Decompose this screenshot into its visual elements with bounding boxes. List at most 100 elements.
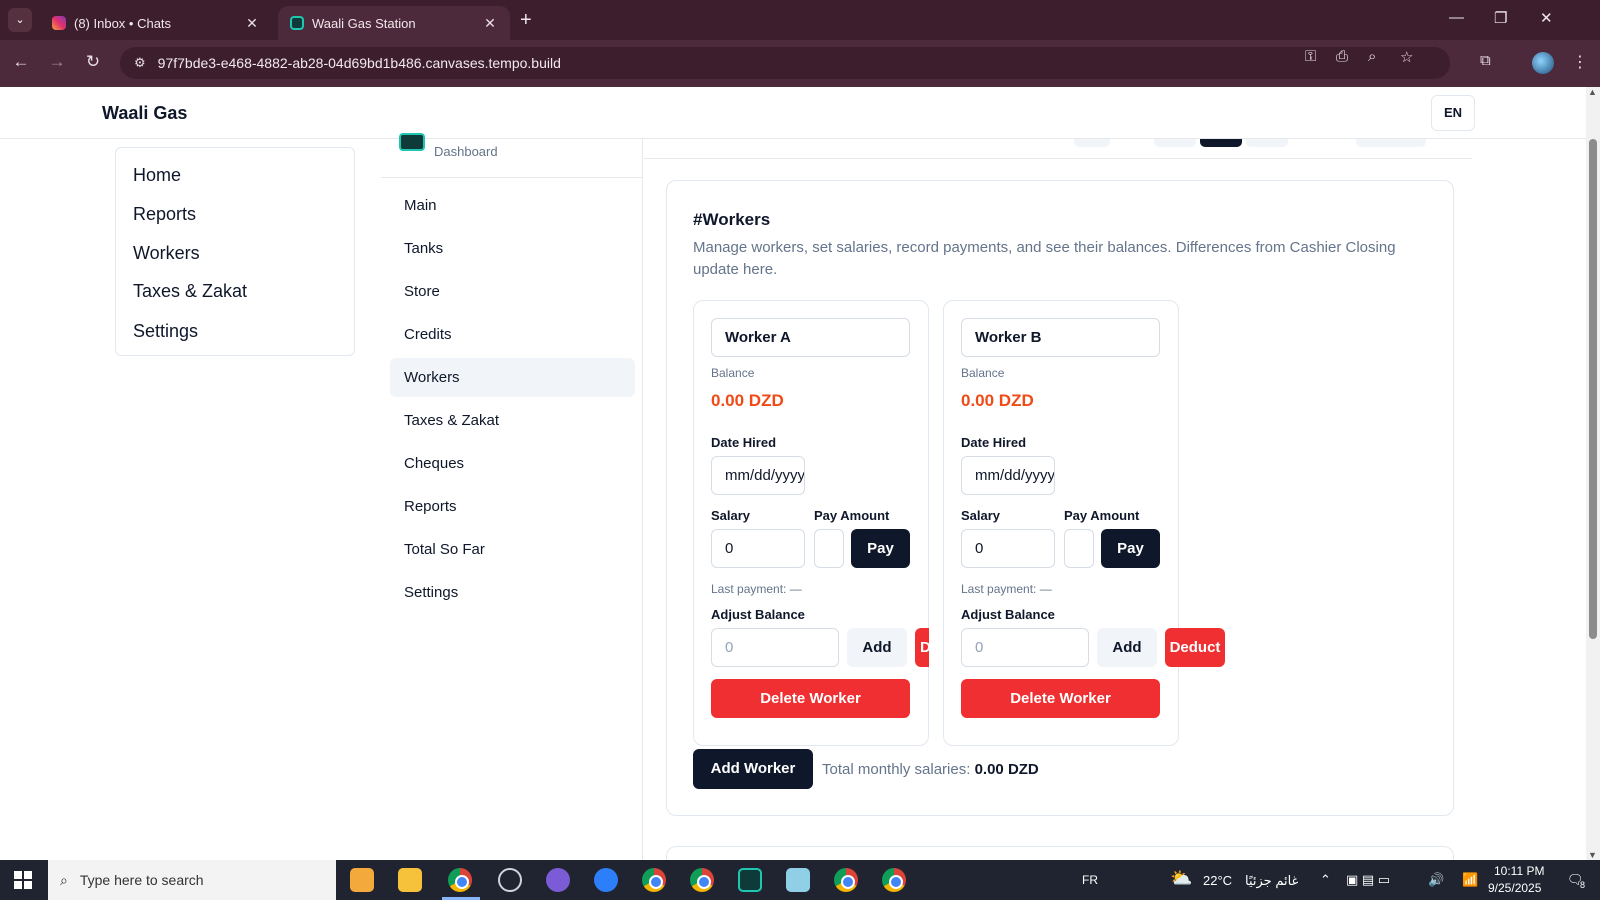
sidebar-item-taxes[interactable]: Taxes & Zakat (390, 401, 635, 440)
waali-app-icon[interactable] (738, 868, 762, 892)
delete-worker-button[interactable]: Delete Worker (711, 679, 910, 718)
tab-inbox[interactable]: (8) Inbox • Chats ✕ (40, 6, 272, 40)
total-salaries-value: 0.00 DZD (974, 761, 1039, 778)
toolbar-button[interactable] (1200, 139, 1242, 147)
left-nav-home[interactable]: Home (133, 165, 181, 186)
pay-amount-input[interactable] (1064, 529, 1094, 568)
notes-app-icon[interactable] (786, 868, 810, 892)
worker-name-field[interactable]: Worker A (711, 318, 910, 357)
wifi-icon[interactable]: 📶 (1462, 872, 1478, 888)
toolbar-button[interactable] (1356, 139, 1426, 147)
sidebar-item-tanks[interactable]: Tanks (390, 229, 635, 268)
chrome-profile-icon[interactable] (690, 868, 714, 892)
file-explorer-icon[interactable] (398, 868, 422, 892)
back-icon[interactable]: ← (10, 52, 32, 72)
delete-worker-button[interactable]: Delete Worker (961, 679, 1160, 718)
github-icon[interactable] (546, 868, 570, 892)
close-window-icon[interactable]: ✕ (1540, 9, 1553, 27)
toolbar-button[interactable] (1154, 139, 1196, 147)
clock-date[interactable]: 9/25/2025 (1488, 881, 1541, 895)
input-language[interactable]: FR (1082, 873, 1098, 887)
worker-name-field[interactable]: Worker B (961, 318, 1160, 357)
tray-app-icons[interactable]: ▣ ▤ ▭ (1346, 872, 1390, 888)
app-store-icon[interactable] (594, 868, 618, 892)
sidebar-item-total-so-far[interactable]: Total So Far (390, 530, 635, 569)
salary-input[interactable]: 0 (711, 529, 805, 568)
brand-logo-text[interactable]: Waali Gas (102, 103, 187, 124)
sidebar-item-credits[interactable]: Credits (390, 315, 635, 354)
site-info-icon[interactable]: ⚙ (134, 55, 146, 71)
close-tab-icon[interactable]: ✕ (482, 15, 498, 32)
forward-icon[interactable]: → (46, 52, 68, 72)
sidebar-item-workers[interactable]: Workers (390, 358, 635, 397)
left-nav-menu: Home Reports Workers Taxes & Zakat Setti… (115, 147, 355, 356)
date-hired-input[interactable]: mm/dd/yyyy (711, 456, 805, 495)
menu-kebab-icon[interactable]: ⋮ (1572, 52, 1588, 72)
close-tab-icon[interactable]: ✕ (244, 15, 260, 32)
salary-input[interactable]: 0 (961, 529, 1055, 568)
sidebar-item-store[interactable]: Store (390, 272, 635, 311)
profile-avatar[interactable] (1532, 52, 1554, 74)
chrome-profile-icon[interactable] (834, 868, 858, 892)
reload-icon[interactable]: ↻ (82, 52, 104, 72)
scroll-down-icon[interactable]: ▼ (1588, 850, 1597, 860)
tab-title: Waali Gas Station (312, 15, 416, 31)
balance-value: 0.00 DZD (961, 391, 1034, 410)
clock-time[interactable]: 10:11 PM (1494, 864, 1544, 878)
chrome-icon[interactable] (448, 868, 472, 892)
new-tab-icon[interactable]: + (520, 9, 532, 32)
language-switcher[interactable]: EN (1431, 95, 1475, 131)
adjust-balance-label: Adjust Balance (711, 607, 805, 622)
instagram-icon (52, 16, 66, 30)
zoom-icon[interactable]: ⌕ (1368, 48, 1376, 65)
restore-icon[interactable]: ❐ (1494, 9, 1507, 27)
add-balance-button[interactable]: Add (1097, 628, 1157, 667)
sidebar-item-settings[interactable]: Settings (390, 573, 635, 612)
left-nav-workers[interactable]: Workers (133, 243, 200, 264)
toolbar-button[interactable] (1246, 139, 1288, 147)
adjust-balance-input[interactable]: 0 (961, 628, 1089, 667)
tab-search-icon[interactable]: ⌄ (8, 8, 32, 32)
install-app-icon[interactable]: ⎙ (1336, 48, 1348, 65)
add-balance-button[interactable]: Add (847, 628, 907, 667)
chrome-profile-icon[interactable] (882, 868, 906, 892)
sidebar-item-cheques[interactable]: Cheques (390, 444, 635, 483)
chrome-profile-icon[interactable] (642, 868, 666, 892)
minimize-icon[interactable]: — (1449, 9, 1464, 26)
deduct-button[interactable]: Deduct (1165, 628, 1225, 667)
site-favicon-icon (290, 16, 304, 30)
password-key-icon[interactable]: ⚿ (1305, 48, 1316, 65)
address-bar[interactable]: ⚙ 97f7bde3-e468-4882-ab28-04d69bd1b486.c… (120, 47, 1450, 79)
add-worker-button[interactable]: Add Worker (693, 749, 813, 789)
pay-amount-input[interactable] (814, 529, 844, 568)
weather-text[interactable]: غائم جزئيًا (1245, 873, 1298, 889)
windows-taskbar: ⌕ Type here to search FR ⛅ 22°C غائم جزئ… (0, 860, 1600, 900)
taskbar-search[interactable]: ⌕ Type here to search (48, 860, 336, 900)
sidebar-item-reports[interactable]: Reports (390, 487, 635, 526)
sidebar-item-main[interactable]: Main (390, 186, 635, 225)
left-nav-settings[interactable]: Settings (133, 321, 198, 342)
deduct-button[interactable]: Deduct (915, 628, 929, 667)
windows-start-icon[interactable] (14, 871, 32, 889)
pay-button[interactable]: Pay (851, 529, 910, 568)
scroll-up-icon[interactable]: ▲ (1588, 87, 1597, 97)
left-nav-taxes[interactable]: Taxes & Zakat (133, 281, 247, 302)
left-nav-reports[interactable]: Reports (133, 204, 196, 225)
extensions-icon[interactable]: ⧉ (1480, 52, 1491, 69)
tray-chevron-icon[interactable]: ⌃ (1320, 872, 1331, 888)
adjust-balance-input[interactable]: 0 (711, 628, 839, 667)
volume-icon[interactable]: 🔊 (1428, 872, 1444, 888)
bookmark-star-icon[interactable]: ☆ (1400, 48, 1413, 66)
store-app-icon[interactable] (350, 868, 374, 892)
page-scrollbar[interactable]: ▲ ▼ (1586, 87, 1600, 860)
toolbar-button[interactable] (1074, 139, 1110, 147)
tab-title: (8) Inbox • Chats (74, 15, 172, 31)
weather-temp[interactable]: 22°C (1203, 873, 1232, 888)
pay-button[interactable]: Pay (1101, 529, 1160, 568)
salary-label: Salary (711, 508, 751, 523)
obs-icon[interactable] (498, 868, 522, 892)
tab-waali-gas[interactable]: Waali Gas Station ✕ (278, 6, 510, 40)
pay-amount-label: Pay Amount (1064, 508, 1140, 523)
scroll-thumb[interactable] (1589, 139, 1597, 639)
date-hired-input[interactable]: mm/dd/yyyy (961, 456, 1055, 495)
